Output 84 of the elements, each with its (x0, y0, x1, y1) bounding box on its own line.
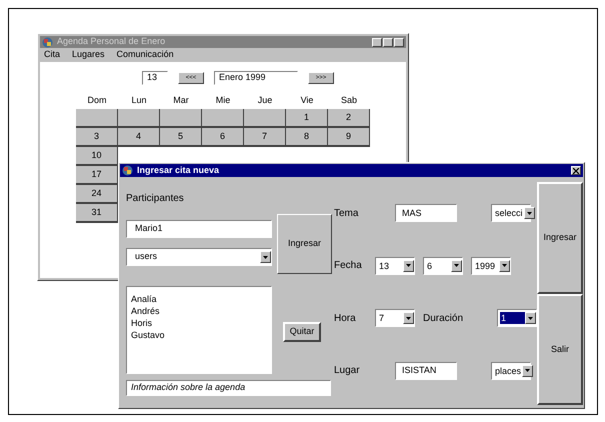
dropdown-field[interactable]: 6 (423, 256, 463, 275)
day-cell[interactable]: 5 (160, 128, 202, 147)
remove-button[interactable]: Quitar (283, 322, 321, 342)
weekday-label: Vie (300, 94, 314, 107)
field-label: Hora (334, 312, 357, 326)
day-cell[interactable]: 9 (328, 128, 370, 147)
group-dropdown[interactable]: users (126, 248, 272, 266)
close-button[interactable] (571, 166, 581, 175)
dropdown-value: places (494, 364, 522, 377)
dropdown-field[interactable]: places (491, 362, 531, 380)
day-field[interactable]: 13 (142, 71, 168, 85)
weekday-label: Lun (130, 94, 148, 107)
dropdown-field[interactable]: 1 (497, 309, 537, 328)
side-button[interactable]: Salir (537, 294, 583, 405)
list-item[interactable]: Horis (131, 317, 267, 329)
dropdown-button[interactable] (499, 260, 510, 272)
dropdown-field[interactable]: 7 (375, 309, 415, 328)
list-item[interactable]: Analía (131, 293, 267, 305)
text-field[interactable]: ISISTAN (395, 362, 457, 380)
weekday-label: Sab (340, 94, 358, 107)
dropdown-value: selecci (494, 207, 524, 220)
weekday-label: Mar (172, 94, 190, 107)
caret-icon (454, 264, 459, 268)
field-label: Lugar (334, 364, 361, 378)
caret-icon (406, 316, 411, 320)
dropdown-field[interactable]: 1999 (471, 256, 511, 275)
maximize-button[interactable] (383, 38, 393, 46)
list-item[interactable]: Andrés (131, 305, 267, 317)
dropdown-value: 7 (378, 312, 386, 324)
caret-icon (526, 212, 532, 215)
day-cell[interactable]: 3 (76, 128, 118, 147)
day-cell[interactable]: 4 (118, 128, 160, 147)
window-title: Ingresar cita nueva (137, 164, 220, 177)
dropdown-button[interactable] (260, 251, 271, 263)
dropdown-value: 1 (500, 312, 525, 324)
dropdown-button[interactable] (524, 207, 535, 220)
app-icon (122, 165, 133, 176)
day-cell[interactable]: 17 (76, 166, 118, 185)
app-icon (42, 36, 53, 48)
day-cell[interactable]: 10 (76, 147, 118, 166)
dropdown-value: 1999 (474, 260, 496, 272)
window-title: Agenda Personal de Enero (57, 35, 166, 48)
add-button[interactable]: Ingresar (277, 214, 332, 274)
menu-item[interactable]: Lugares (72, 48, 105, 62)
caret-icon (502, 264, 507, 268)
month-field[interactable]: Enero 1999 (214, 71, 298, 85)
field-label: Fecha (334, 259, 363, 274)
field-label: Tema (334, 206, 360, 221)
dropdown-value: 13 (378, 260, 390, 272)
participants-label: Participantes (126, 192, 185, 206)
dropdown-value: users (135, 250, 158, 264)
caret-icon (525, 369, 530, 372)
field-label: Duración (423, 312, 464, 326)
caret-icon (528, 316, 533, 320)
text-field[interactable]: MAS (395, 204, 457, 222)
day-cell[interactable]: 8 (286, 128, 328, 147)
menu-item[interactable]: Cita (44, 48, 60, 62)
dropdown-button[interactable] (403, 312, 414, 324)
day-cell[interactable]: 24 (76, 185, 118, 204)
day-cell[interactable]: 31 (76, 204, 118, 223)
dropdown-button[interactable] (451, 260, 462, 272)
minimize-button[interactable] (372, 38, 382, 46)
caret-icon (263, 256, 268, 258)
day-cell[interactable]: 6 (202, 128, 244, 147)
info-field[interactable]: Información sobre la agenda (126, 380, 331, 396)
close-button[interactable] (394, 38, 404, 46)
dropdown-button[interactable] (525, 312, 536, 324)
day-cell[interactable]: 1 (286, 109, 328, 128)
menu-item[interactable]: Comunicación (116, 48, 174, 62)
participants-list[interactable]: Analía Andrés Horis Gustavo (126, 286, 272, 374)
dropdown-button[interactable] (403, 260, 414, 272)
list-item[interactable]: Gustavo (131, 329, 267, 341)
weekday-label: Mie (214, 94, 232, 107)
weekday-label: Jue (256, 94, 274, 107)
dropdown-value: 6 (426, 260, 434, 272)
caret-icon (406, 264, 411, 268)
participant-field[interactable]: Mario1 (126, 220, 272, 238)
side-button[interactable]: Ingresar (537, 182, 583, 294)
close-icon (573, 168, 579, 174)
day-cell[interactable]: 2 (328, 109, 370, 128)
dropdown-button[interactable] (522, 364, 534, 377)
weekday-label: Dom (86, 94, 108, 107)
day-cell[interactable]: 7 (244, 128, 286, 147)
dropdown-field[interactable]: 13 (375, 256, 415, 275)
